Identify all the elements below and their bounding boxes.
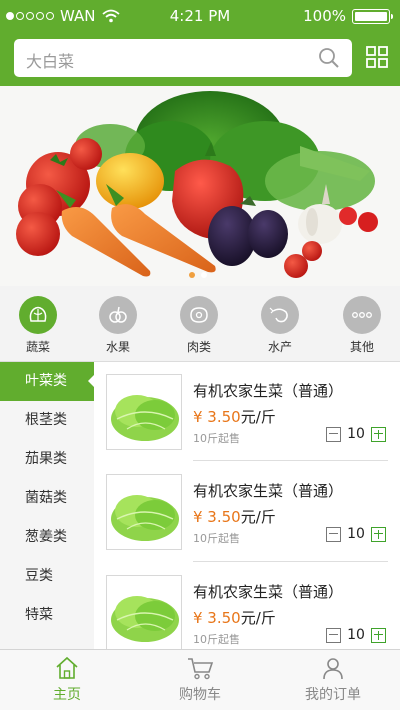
tab-cart[interactable]: 购物车 xyxy=(145,656,255,704)
home-icon xyxy=(56,656,78,679)
category-label: 水产 xyxy=(267,340,292,354)
category-fruits[interactable]: 水果 xyxy=(88,296,148,355)
quantity-stepper: 10 xyxy=(326,627,386,643)
category-meat[interactable]: 肉类 xyxy=(169,296,229,355)
decrease-button[interactable] xyxy=(326,627,341,643)
fruit-icon xyxy=(99,296,137,334)
lettuce-icon xyxy=(19,296,57,334)
list-item[interactable]: 有机农家生菜（普通） ¥ 3.50元/斤 10斤起售 10 xyxy=(94,462,400,560)
search-placeholder: 大白菜 xyxy=(26,52,75,71)
sidebar-item-beans[interactable]: 豆类 xyxy=(0,557,94,596)
increase-button[interactable] xyxy=(371,526,386,542)
min-order-label: 10斤起售 xyxy=(193,432,240,445)
cart-icon xyxy=(188,658,214,680)
product-price: ¥ 3.50元/斤 xyxy=(193,408,276,426)
sidebar-item-leafy[interactable]: 叶菜类 xyxy=(0,362,94,401)
meat-icon xyxy=(180,296,218,334)
decrease-button[interactable] xyxy=(326,426,341,442)
category-label: 蔬菜 xyxy=(25,340,50,354)
quantity-value[interactable]: 10 xyxy=(346,526,366,542)
tab-orders[interactable]: 我的订单 xyxy=(278,656,388,704)
min-order-label: 10斤起售 xyxy=(193,532,240,545)
divider xyxy=(193,460,388,461)
status-bar: WAN 4:21 PM 100% xyxy=(0,0,400,32)
search-icon[interactable] xyxy=(318,47,340,69)
category-label: 其他 xyxy=(349,340,374,354)
sidebar-item-special[interactable]: 特菜 xyxy=(0,596,94,635)
bottom-tab-bar: 主页 购物车 我的订单 xyxy=(0,649,400,710)
divider xyxy=(193,561,388,562)
category-others[interactable]: 其他 xyxy=(332,296,392,355)
product-name[interactable]: 有机农家生菜（普通） xyxy=(193,581,343,602)
tab-label: 主页 xyxy=(53,687,81,703)
quantity-stepper: 10 xyxy=(326,526,386,542)
tab-home[interactable]: 主页 xyxy=(12,656,122,704)
profile-icon xyxy=(323,658,343,680)
quantity-value[interactable]: 10 xyxy=(346,627,366,643)
product-name[interactable]: 有机农家生菜（普通） xyxy=(193,380,343,401)
tab-label: 我的订单 xyxy=(305,687,361,703)
category-vegetables[interactable]: 蔬菜 xyxy=(8,296,68,355)
quantity-value[interactable]: 10 xyxy=(346,426,366,442)
product-list: 有机农家生菜（普通） ¥ 3.50元/斤 10斤起售 10 有机农家生菜（普通）… xyxy=(94,362,400,649)
category-label: 肉类 xyxy=(186,340,211,354)
min-order-label: 10斤起售 xyxy=(193,633,240,646)
increase-button[interactable] xyxy=(371,627,386,643)
decrease-button[interactable] xyxy=(326,526,341,542)
product-price: ¥ 3.50元/斤 xyxy=(193,609,276,627)
battery-percent: 100% xyxy=(303,7,346,25)
list-item[interactable]: 有机农家生菜（普通） ¥ 3.50元/斤 10斤起售 10 xyxy=(94,362,400,460)
quantity-stepper: 10 xyxy=(326,426,386,442)
tab-label: 购物车 xyxy=(179,687,221,703)
product-image[interactable] xyxy=(106,374,182,450)
subcategory-sidebar: 叶菜类 根茎类 茄果类 菌菇类 葱姜类 豆类 特菜 xyxy=(0,362,94,649)
product-image[interactable] xyxy=(106,575,182,649)
product-name[interactable]: 有机农家生菜（普通） xyxy=(193,480,343,501)
category-seafood[interactable]: 水产 xyxy=(250,296,310,355)
sidebar-item-nightshade[interactable]: 茄果类 xyxy=(0,440,94,479)
list-item[interactable]: 有机农家生菜（普通） ¥ 3.50元/斤 10斤起售 10 xyxy=(94,563,400,649)
sidebar-item-mushroom[interactable]: 菌菇类 xyxy=(0,479,94,518)
increase-button[interactable] xyxy=(371,426,386,442)
search-input[interactable]: 大白菜 xyxy=(14,39,352,77)
sidebar-item-onion-ginger[interactable]: 葱姜类 xyxy=(0,518,94,557)
more-icon xyxy=(343,296,381,334)
vegetables-image xyxy=(0,86,400,286)
header: WAN 4:21 PM 100% 大白菜 xyxy=(0,0,400,86)
sidebar-item-root[interactable]: 根茎类 xyxy=(0,401,94,440)
shrimp-icon xyxy=(261,296,299,334)
category-bar: 蔬菜 水果 肉类 水产 其他 xyxy=(0,286,400,362)
promo-banner[interactable] xyxy=(0,86,400,286)
product-price: ¥ 3.50元/斤 xyxy=(193,508,276,526)
category-label: 水果 xyxy=(105,340,130,354)
product-image[interactable] xyxy=(106,474,182,550)
grid-menu-icon[interactable] xyxy=(366,46,388,68)
battery-icon xyxy=(352,8,393,24)
